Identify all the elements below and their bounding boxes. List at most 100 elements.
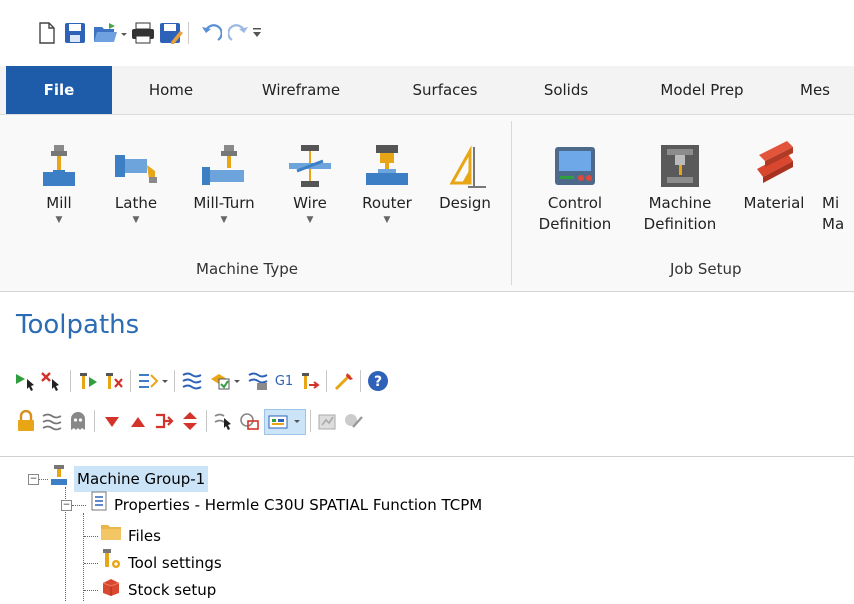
tab-model-prep[interactable]: Model Prep (628, 66, 776, 114)
display-toolpath-icon[interactable] (238, 409, 262, 433)
tree-item-stock-setup[interactable]: Stock setup (100, 577, 216, 603)
mill-icon (30, 129, 88, 189)
move-down-icon[interactable] (100, 409, 124, 433)
dropdown-arrow-icon: ▼ (306, 215, 314, 225)
wire-button[interactable]: Wire ▼ (282, 129, 338, 226)
toolpaths-tree: − Machine Group-1 − Properties - Hermle … (0, 456, 854, 601)
machine-definition-label: Machine Definition (643, 194, 717, 233)
toolpaths-toolbar-row-1: G1 ? (14, 366, 854, 396)
tree-item-label: Properties - Hermle C30U SPATIAL Functio… (114, 496, 483, 514)
group-label-job-setup: Job Setup (670, 260, 742, 278)
tree-item-label: Machine Group-1 (74, 466, 209, 492)
group-label-machine-type: Machine Type (196, 260, 299, 278)
mill-icon (50, 464, 68, 494)
customize-icon[interactable] (250, 20, 264, 46)
ribbon-panel: Mill ▼ Lathe ▼ Mill-Turn ▼ Wire ▼ Router… (0, 114, 854, 292)
open-icon[interactable] (92, 20, 128, 46)
router-button[interactable]: Router ▼ (350, 129, 424, 226)
select-all-operations-icon[interactable] (14, 369, 38, 393)
edit-tool-icon[interactable] (342, 409, 366, 433)
tree-item-label: Stock setup (128, 581, 217, 599)
disabled-chart-icon (316, 409, 340, 433)
tree-item-files[interactable]: Files (100, 523, 161, 549)
simulate-toolpath-icon[interactable] (136, 369, 170, 393)
tree-item-properties[interactable]: Properties - Hermle C30U SPATIAL Functio… (90, 491, 483, 519)
collapse-toggle[interactable]: − (28, 474, 39, 485)
ribbon-tabs: File Home Wireframe Surfaces Solids Mode… (0, 66, 854, 114)
router-icon (350, 129, 424, 189)
tab-file[interactable]: File (6, 66, 112, 114)
save-icon[interactable] (62, 20, 88, 46)
regenerate-dirty-icon[interactable] (102, 369, 126, 393)
group-separator (511, 121, 512, 285)
lathe-label: Lathe (114, 194, 158, 212)
post-selected-icon[interactable] (298, 369, 322, 393)
design-label: Design (439, 194, 491, 212)
toggle-posting-icon[interactable] (66, 409, 90, 433)
toolpaths-title: Toolpaths (16, 310, 140, 340)
machine-definition-icon (632, 129, 728, 189)
material-button[interactable]: Material (734, 129, 814, 214)
quick-access-toolbar (0, 0, 854, 66)
select-dirty-operations-icon[interactable] (40, 369, 64, 393)
backplot-icon[interactable] (180, 369, 204, 393)
toolpaths-toolbar-row-2 (14, 406, 854, 436)
insert-arrow-icon[interactable] (152, 409, 176, 433)
verify-icon[interactable] (208, 369, 242, 393)
tree-item-tool-settings[interactable]: Tool settings (100, 548, 222, 578)
regenerate-selected-icon[interactable] (76, 369, 100, 393)
collapse-toggle[interactable]: − (61, 500, 72, 511)
lathe-button[interactable]: Lathe ▼ (108, 129, 164, 226)
mill-turn-label: Mill-Turn (193, 194, 255, 212)
control-definition-button[interactable]: Control Definition (524, 129, 626, 235)
design-icon (428, 129, 502, 189)
toolpath-wizard-icon[interactable] (332, 369, 356, 393)
tab-surfaces[interactable]: Surfaces (388, 66, 502, 114)
mill-material-label: Mi Ma (822, 194, 845, 233)
control-definition-label: Control Definition (538, 194, 612, 233)
save-as-icon[interactable] (158, 20, 184, 46)
dropdown-arrow-icon: ▼ (55, 215, 63, 225)
print-icon[interactable] (130, 20, 156, 46)
properties-icon (90, 491, 108, 519)
redo-icon[interactable] (226, 20, 252, 46)
dropdown-arrow-icon: ▼ (383, 215, 391, 225)
wire-icon (282, 129, 338, 189)
control-definition-icon (524, 129, 626, 189)
dropdown-arrow-icon: ▼ (132, 215, 140, 225)
svg-text:?: ? (374, 374, 382, 390)
lock-icon[interactable] (14, 409, 38, 433)
material-icon (734, 129, 814, 189)
move-up-icon[interactable] (126, 409, 150, 433)
router-label: Router (362, 194, 412, 212)
machine-definition-button[interactable]: Machine Definition (632, 129, 728, 235)
tool-settings-icon (100, 548, 122, 578)
g1-button[interactable]: G1 (272, 369, 296, 393)
help-icon[interactable]: ? (366, 369, 390, 393)
folder-icon (100, 523, 122, 549)
mill-material-button[interactable]: Mi Ma (822, 129, 854, 235)
lathe-icon (108, 129, 164, 189)
material-label: Material (743, 194, 805, 212)
tab-solids[interactable]: Solids (514, 66, 618, 114)
tree-item-label: Tool settings (128, 554, 222, 572)
verify-stock-icon[interactable] (246, 369, 270, 393)
tab-home[interactable]: Home (118, 66, 224, 114)
new-icon[interactable] (34, 20, 60, 46)
expand-collapse-icon[interactable] (178, 409, 202, 433)
undo-icon[interactable] (198, 20, 224, 46)
wire-label: Wire (293, 194, 327, 212)
tab-mesh[interactable]: Mes (800, 66, 854, 114)
mill-turn-button[interactable]: Mill-Turn ▼ (178, 129, 270, 226)
mill-turn-icon (178, 129, 270, 189)
tree-item-machine-group[interactable]: Machine Group-1 (50, 464, 209, 494)
select-by-icon[interactable] (212, 409, 236, 433)
dropdown-arrow-icon: ▼ (220, 215, 228, 225)
tab-wireframe[interactable]: Wireframe (236, 66, 366, 114)
mill-label: Mill (46, 194, 72, 212)
tree-item-label: Files (128, 527, 161, 545)
display-options-dropdown[interactable] (264, 409, 306, 435)
design-button[interactable]: Design (428, 129, 502, 214)
mill-button[interactable]: Mill ▼ (30, 129, 88, 226)
toggle-display-icon[interactable] (40, 409, 64, 433)
